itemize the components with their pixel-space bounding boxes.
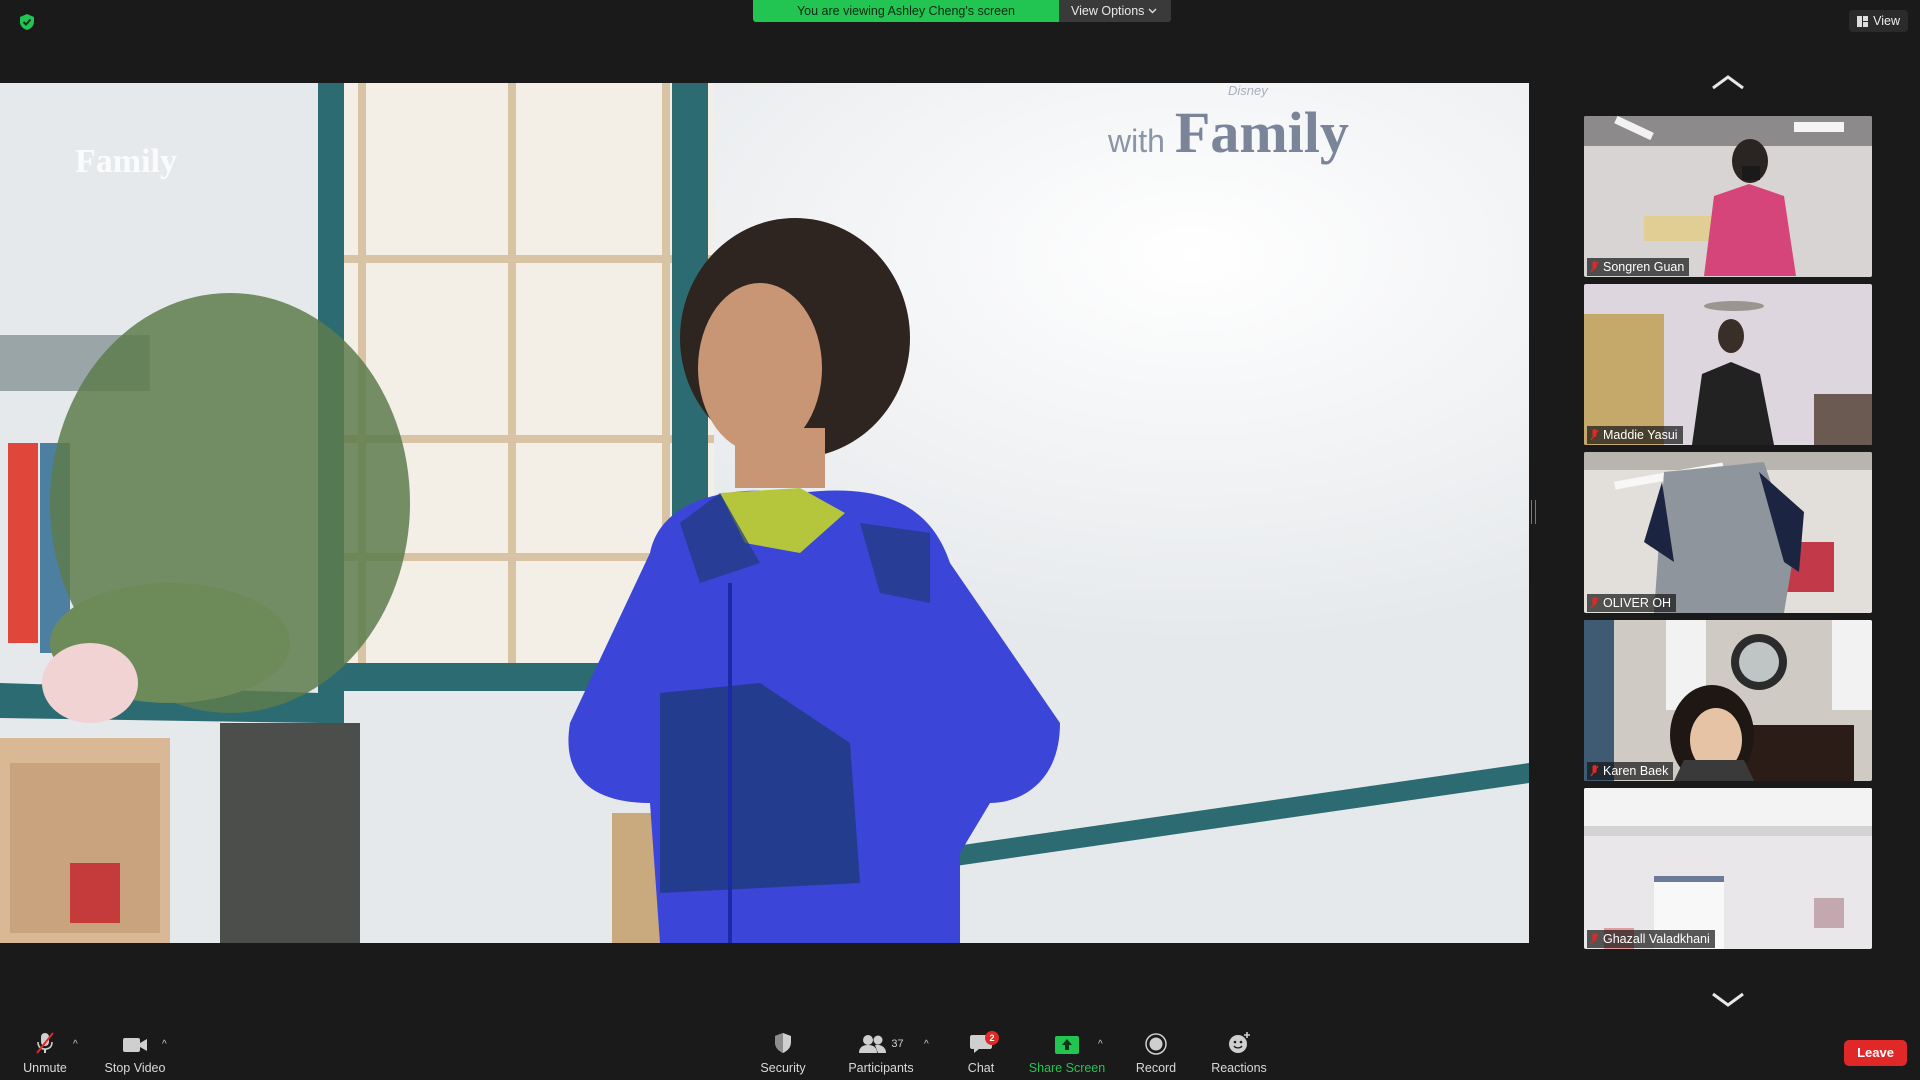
record-label: Record (1135, 1061, 1177, 1075)
watermark-with: with (1108, 123, 1165, 159)
participant-video (1584, 452, 1872, 613)
security-label: Security (760, 1061, 806, 1075)
security-button[interactable]: Security (752, 1026, 814, 1080)
viewing-screen-label: You are viewing Ashley Cheng's screen (753, 0, 1059, 22)
stop-video-button[interactable]: Stop Video (100, 1026, 170, 1080)
participants-label: Participants (848, 1061, 914, 1075)
participant-name: OLIVER OH (1603, 596, 1672, 610)
chevron-down-icon[interactable] (1711, 992, 1745, 1008)
watermark-left: Family (75, 143, 177, 180)
audio-options-caret[interactable]: ^ (73, 1039, 78, 1050)
participant-name-label: Maddie Yasui (1587, 426, 1683, 444)
view-button[interactable]: View (1849, 10, 1908, 32)
muted-mic-icon (1590, 933, 1599, 945)
participant-name-label: OLIVER OH (1587, 594, 1677, 612)
reactions-button[interactable]: Reactions (1208, 1026, 1270, 1080)
shared-screen[interactable]: Family with Family Disney (0, 83, 1529, 943)
stop-video-label: Stop Video (104, 1061, 166, 1075)
share-screen-label: Share Screen (1028, 1061, 1106, 1075)
security-shield-icon (775, 1033, 791, 1053)
participants-icon (859, 1035, 887, 1053)
participant-name-label: Ghazall Valadkhani (1587, 930, 1715, 948)
participant-video (1584, 788, 1872, 949)
view-options-button[interactable]: View Options (1059, 0, 1172, 22)
split-resize-handle[interactable] (1531, 500, 1536, 524)
reactions-label: Reactions (1211, 1061, 1267, 1075)
leave-button[interactable]: Leave (1844, 1040, 1907, 1066)
participant-name-label: Karen Baek (1587, 762, 1674, 780)
participants-count: 37 (891, 1038, 904, 1050)
chevron-down-icon (1148, 8, 1157, 14)
participant-tile[interactable]: Ghazall Valadkhani (1584, 788, 1872, 949)
watermark-family: Family (1174, 100, 1349, 165)
muted-mic-icon (1590, 429, 1599, 441)
participants-icon-group: 37 (858, 1033, 904, 1061)
muted-mic-icon (1590, 261, 1599, 273)
unmute-button[interactable]: Unmute (16, 1026, 74, 1080)
gallery-view-icon (1857, 15, 1869, 27)
watermark-brand: Disney (1228, 83, 1268, 98)
screen-share-banner: You are viewing Ashley Cheng's screen Vi… (753, 0, 1172, 22)
share-screen-button[interactable]: Share Screen (1026, 1026, 1108, 1080)
participant-tile[interactable]: Maddie Yasui (1584, 284, 1872, 445)
participant-name: Ghazall Valadkhani (1603, 932, 1710, 946)
participant-name: Karen Baek (1603, 764, 1669, 778)
participant-video (1584, 284, 1872, 445)
muted-mic-icon (1590, 597, 1599, 609)
chat-label: Chat (967, 1061, 995, 1075)
view-options-label: View Options (1071, 4, 1145, 18)
participant-tile[interactable]: Songren Guan (1584, 116, 1872, 277)
encryption-shield-icon[interactable] (18, 13, 36, 31)
participant-name-label: Songren Guan (1587, 258, 1690, 276)
participants-options-caret[interactable]: ^ (924, 1039, 929, 1050)
smiley-add-icon (1229, 1032, 1250, 1053)
participant-name: Songren Guan (1603, 260, 1685, 274)
muted-mic-icon (1590, 765, 1599, 777)
watermark-right: with Family (1108, 99, 1349, 166)
meeting-toolbar: Unmute ^ Stop Video ^ Security 37 Partic… (0, 1026, 1920, 1080)
participant-video (1584, 116, 1872, 277)
muted-microphone-icon (36, 1032, 54, 1054)
participant-video (1584, 620, 1872, 781)
chat-button[interactable]: Chat 2 (962, 1026, 1000, 1080)
video-options-caret[interactable]: ^ (162, 1039, 167, 1050)
record-icon (1145, 1033, 1167, 1055)
participant-name: Maddie Yasui (1603, 428, 1678, 442)
chat-unread-badge: 2 (985, 1031, 999, 1045)
chevron-up-icon[interactable] (1711, 74, 1745, 90)
participants-button[interactable]: 37 Participants (842, 1026, 920, 1080)
view-label: View (1873, 14, 1900, 28)
record-button[interactable]: Record (1130, 1026, 1182, 1080)
shared-screen-video-frame (0, 83, 1529, 943)
participant-tile[interactable]: Karen Baek (1584, 620, 1872, 781)
share-screen-icon (1055, 1036, 1079, 1054)
share-options-caret[interactable]: ^ (1098, 1039, 1103, 1050)
unmute-label: Unmute (23, 1061, 67, 1075)
video-camera-icon (123, 1038, 147, 1052)
participant-tile[interactable]: OLIVER OH (1584, 452, 1872, 613)
